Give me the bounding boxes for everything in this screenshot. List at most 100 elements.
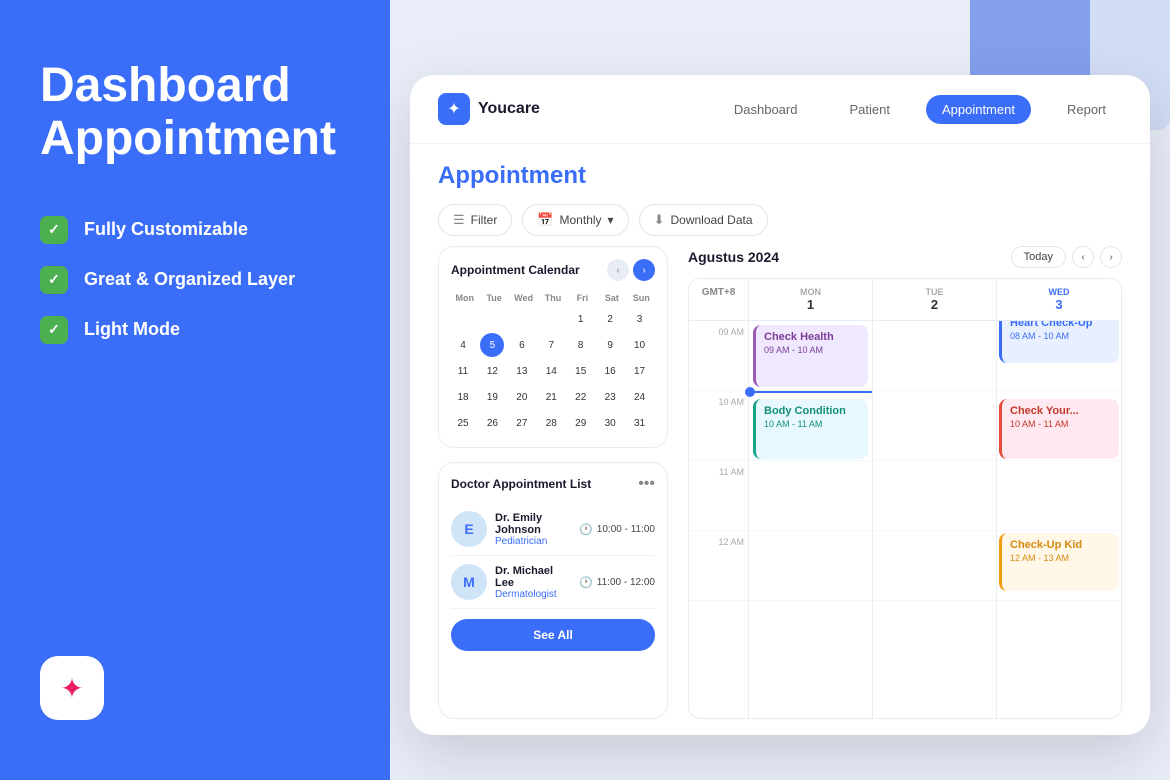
download-button[interactable]: ⬇ Download Data <box>639 204 768 236</box>
clock-icon: 🕐 <box>579 523 593 536</box>
day-header-mon: Mon <box>451 291 478 305</box>
event-check-your[interactable]: Check Your... 10 AM - 11 AM <box>999 399 1119 459</box>
cal-day-28[interactable]: 28 <box>539 411 563 435</box>
day-header-fri: Fri <box>569 291 596 305</box>
day-header-sat: Sat <box>598 291 625 305</box>
cal-day-24[interactable]: 24 <box>628 385 652 409</box>
event-title: Check Health <box>764 331 860 343</box>
cal-day-1[interactable]: 1 <box>569 307 593 331</box>
cal-day-17[interactable]: 17 <box>628 359 652 383</box>
cal-day-3[interactable]: 3 <box>628 307 652 331</box>
cal-day-15[interactable]: 15 <box>569 359 593 383</box>
dots-menu-button[interactable]: ••• <box>638 475 655 493</box>
dashboard-card: ✦ Youcare Dashboard Patient Appointment … <box>410 75 1150 735</box>
cal-day-12[interactable]: 12 <box>480 359 504 383</box>
event-body-condition[interactable]: Body Condition 10 AM - 11 AM <box>753 399 868 459</box>
day-slot <box>873 461 996 531</box>
event-title: Heart Check-Up <box>1010 321 1111 329</box>
doctor-time: 10:00 - 11:00 <box>597 524 655 535</box>
cal-day-10[interactable]: 10 <box>628 333 652 357</box>
monthly-button[interactable]: 📅 Monthly ▾ <box>522 204 628 236</box>
check-icon: ✓ <box>40 316 68 344</box>
mini-calendar: Appointment Calendar ‹ › Mon Tue Wed Thu… <box>438 246 668 448</box>
time-slot-9am: 09 AM <box>689 321 748 391</box>
time-slot-12am: 12 AM <box>689 531 748 601</box>
cal-day-27[interactable]: 27 <box>510 411 534 435</box>
clock-icon: 🕐 <box>579 576 593 589</box>
time-indicator <box>749 391 872 393</box>
calendar-nav: ‹ › <box>607 259 655 281</box>
cal-day-18[interactable]: 18 <box>451 385 475 409</box>
appointment-title: Appointment <box>438 162 1122 190</box>
cal-day-4[interactable]: 4 <box>451 333 475 357</box>
doctor-info-michael: Dr. Michael Lee Dermatologist <box>495 565 571 600</box>
event-time: 08 AM - 10 AM <box>1010 331 1111 341</box>
cal-day-21[interactable]: 21 <box>539 385 563 409</box>
see-all-button[interactable]: See All <box>451 619 655 651</box>
event-time: 10 AM - 11 AM <box>1010 419 1111 429</box>
cal-day-19[interactable]: 19 <box>480 385 504 409</box>
day-header-tue: Tue <box>480 291 507 305</box>
check-icon: ✓ <box>40 216 68 244</box>
event-checkup-kid-2[interactable]: Check-Up Kid 12 AM - 13 AM <box>999 533 1119 591</box>
cal-day-empty <box>510 307 534 331</box>
day-header-wed: Wed <box>510 291 537 305</box>
timezone-header: GMT+8 <box>689 279 749 320</box>
cal-day-9[interactable]: 9 <box>598 333 622 357</box>
day-header-sun: Sun <box>628 291 655 305</box>
doctor-name: Dr. Emily Johnson <box>495 512 571 536</box>
calendar-prev-button[interactable]: ‹ <box>607 259 629 281</box>
day-col-mon: Check Health 09 AM - 10 AM Body Conditio… <box>749 321 873 718</box>
cal-day-20[interactable]: 20 <box>510 385 534 409</box>
cal-day-8[interactable]: 8 <box>569 333 593 357</box>
col-header-wed: WED 3 <box>997 279 1121 320</box>
nav-appointment[interactable]: Appointment <box>926 95 1031 124</box>
doctor-item: M Dr. Michael Lee Dermatologist 🕐 11:00 … <box>451 556 655 609</box>
doctor-specialty: Dermatologist <box>495 589 571 600</box>
nav-dashboard[interactable]: Dashboard <box>718 95 814 124</box>
cal-day-23[interactable]: 23 <box>598 385 622 409</box>
schedule-grid: GMT+8 MON 1 TUE 2 WED <box>688 278 1122 719</box>
right-panel: ✦ Youcare Dashboard Patient Appointment … <box>390 0 1170 780</box>
cal-day-30[interactable]: 30 <box>598 411 622 435</box>
cal-day-26[interactable]: 26 <box>480 411 504 435</box>
schedule-next-button[interactable]: › <box>1100 246 1122 268</box>
grid-body: 09 AM 10 AM 11 AM 12 AM <box>689 321 1121 718</box>
cal-day-29[interactable]: 29 <box>569 411 593 435</box>
event-title: Body Condition <box>764 405 860 417</box>
cal-day-14[interactable]: 14 <box>539 359 563 383</box>
feature-item: ✓ Fully Customizable <box>40 216 350 244</box>
logo-area: ✦ Youcare <box>438 93 540 125</box>
doctor-item: E Dr. Emily Johnson Pediatrician 🕐 10:00… <box>451 503 655 556</box>
schedule-prev-button[interactable]: ‹ <box>1072 246 1094 268</box>
doctor-list-title: Doctor Appointment List <box>451 477 591 491</box>
schedule-column: Agustus 2024 Today ‹ › GMT+8 <box>688 246 1122 719</box>
event-check-health[interactable]: Check Health 09 AM - 10 AM <box>753 325 868 387</box>
cal-day-6[interactable]: 6 <box>510 333 534 357</box>
doctor-time-wrap: 🕐 10:00 - 11:00 <box>579 523 655 536</box>
cal-day-11[interactable]: 11 <box>451 359 475 383</box>
cal-day-31[interactable]: 31 <box>628 411 652 435</box>
event-time: 12 AM - 13 AM <box>1010 553 1111 563</box>
today-button[interactable]: Today <box>1011 246 1066 268</box>
cal-day-5-today[interactable]: 5 <box>480 333 504 357</box>
cal-day-25[interactable]: 25 <box>451 411 475 435</box>
calendar-next-button[interactable]: › <box>633 259 655 281</box>
feature-list: ✓ Fully Customizable ✓ Great & Organized… <box>40 216 350 344</box>
doctor-list-header: Doctor Appointment List ••• <box>451 475 655 493</box>
calendar-header: Appointment Calendar ‹ › <box>451 259 655 281</box>
cal-day-22[interactable]: 22 <box>569 385 593 409</box>
time-slot-11am: 11 AM <box>689 461 748 531</box>
doctor-time-wrap: 🕐 11:00 - 12:00 <box>579 576 655 589</box>
cal-day-7[interactable]: 7 <box>539 333 563 357</box>
cal-day-16[interactable]: 16 <box>598 359 622 383</box>
cal-day-empty <box>451 307 475 331</box>
event-heart-checkup[interactable]: Heart Check-Up 08 AM - 10 AM <box>999 321 1119 363</box>
filter-button[interactable]: ☰ Filter <box>438 204 512 236</box>
nav-patient[interactable]: Patient <box>833 95 905 124</box>
cal-day-2[interactable]: 2 <box>598 307 622 331</box>
doctor-time: 11:00 - 12:00 <box>597 577 655 588</box>
filter-icon: ☰ <box>453 212 465 228</box>
nav-report[interactable]: Report <box>1051 95 1122 124</box>
cal-day-13[interactable]: 13 <box>510 359 534 383</box>
